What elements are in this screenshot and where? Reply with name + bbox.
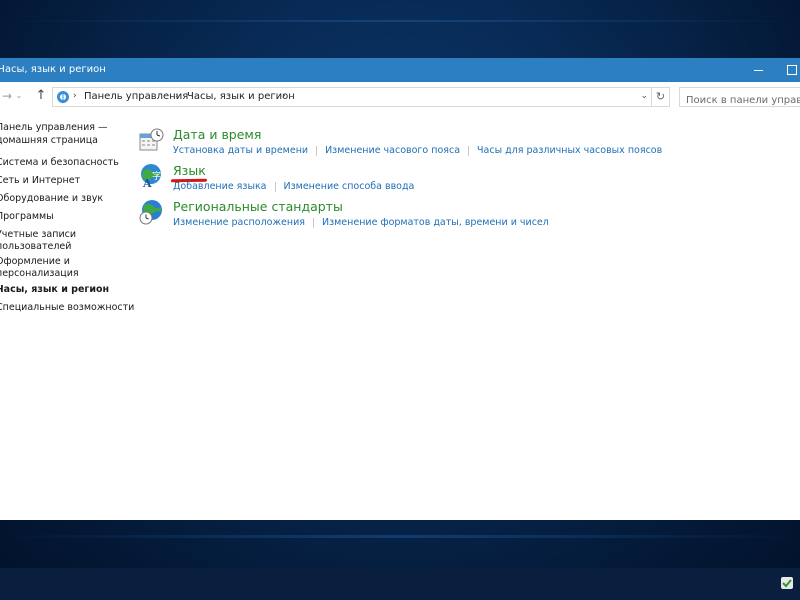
chevron-down-icon[interactable]: ⌄	[640, 91, 648, 101]
link-additional-clocks[interactable]: Часы для различных часовых поясов	[477, 145, 662, 156]
sidebar-item-control-panel-home[interactable]: домашняя страница	[0, 135, 98, 147]
refresh-button[interactable]: ↻	[652, 87, 670, 107]
link-change-location[interactable]: Изменение расположения	[173, 217, 305, 228]
control-panel-icon	[57, 91, 69, 103]
taskbar	[0, 568, 800, 600]
sidebar-item-hardware-sound[interactable]: Оборудование и звук	[0, 193, 103, 205]
chevron-down-icon[interactable]: ⌄	[14, 88, 24, 104]
svg-text:字: 字	[152, 170, 161, 182]
arrow-up-icon[interactable]: ↑	[34, 88, 48, 104]
language-icon[interactable]: A 字	[138, 163, 164, 189]
globe-clock-icon[interactable]	[138, 199, 164, 225]
maximize-button[interactable]	[785, 62, 799, 76]
minimize-button[interactable]	[752, 62, 766, 76]
sidebar-item-appearance[interactable]: персонализация	[0, 268, 79, 280]
title-bar[interactable]: Часы, язык и регион	[0, 58, 800, 82]
sidebar-item-appearance[interactable]: Оформление и	[0, 256, 70, 268]
breadcrumb-separator: ›	[73, 91, 77, 101]
arrow-right-icon[interactable]: →	[0, 88, 14, 104]
link-divider	[312, 217, 314, 228]
window-title: Часы, язык и регион	[0, 64, 106, 75]
shield-check-icon[interactable]	[780, 576, 794, 590]
category-links: Установка даты и времени Изменение часово…	[173, 145, 662, 156]
search-box[interactable]	[679, 87, 800, 110]
link-change-time-zone[interactable]: Изменение часового пояса	[325, 145, 460, 156]
category-links: Изменение расположения Изменение форматов…	[173, 217, 549, 228]
sidebar-item-network-internet[interactable]: Сеть и Интернет	[0, 175, 80, 187]
link-change-formats[interactable]: Изменение форматов даты, времени и чисел	[322, 217, 549, 228]
sidebar-item-system-security[interactable]: Система и безопасность	[0, 157, 119, 169]
link-change-input-method[interactable]: Изменение способа ввода	[284, 181, 415, 192]
svg-text:A: A	[142, 177, 152, 189]
category-title-language[interactable]: Язык	[173, 163, 206, 178]
navigation-bar: → ⌄ ↑ › Панель управления › Часы, язык и…	[0, 86, 800, 110]
sidebar-item-programs[interactable]: Программы	[0, 211, 54, 223]
link-divider	[468, 145, 470, 156]
breadcrumb-control-panel[interactable]: Панель управления	[84, 91, 188, 102]
breadcrumb-separator[interactable]: ›	[175, 91, 179, 101]
category-title-region[interactable]: Региональные стандарты	[173, 199, 343, 214]
link-set-date-time[interactable]: Установка даты и времени	[173, 145, 308, 156]
sidebar-item-clock-language-region[interactable]: Часы, язык и регион	[0, 284, 109, 296]
search-input[interactable]	[680, 91, 800, 110]
desktop-wallpaper-streak	[0, 535, 800, 538]
link-add-language[interactable]: Добавление языка	[173, 181, 267, 192]
breadcrumb-clock-language-region[interactable]: Часы, язык и регион	[187, 91, 295, 102]
sidebar-item-control-panel-home[interactable]: Панель управления —	[0, 122, 108, 134]
category-title-date-time[interactable]: Дата и время	[173, 127, 261, 142]
address-bar[interactable]: › Панель управления › Часы, язык и регио…	[52, 87, 652, 107]
sidebar-item-ease-of-access[interactable]: Специальные возможности	[0, 302, 134, 314]
sidebar-item-user-accounts[interactable]: пользователей	[0, 241, 71, 253]
calendar-clock-icon[interactable]	[138, 127, 164, 153]
breadcrumb-separator[interactable]: ›	[282, 91, 286, 101]
category-links: Добавление языка Изменение способа ввода	[173, 181, 414, 192]
sidebar-item-user-accounts[interactable]: Учетные записи	[0, 229, 76, 241]
link-divider	[316, 145, 318, 156]
desktop-wallpaper-streak	[0, 20, 800, 22]
link-divider	[274, 181, 276, 192]
control-panel-window: Часы, язык и регион → ⌄ ↑ › Панель управ…	[0, 58, 800, 520]
